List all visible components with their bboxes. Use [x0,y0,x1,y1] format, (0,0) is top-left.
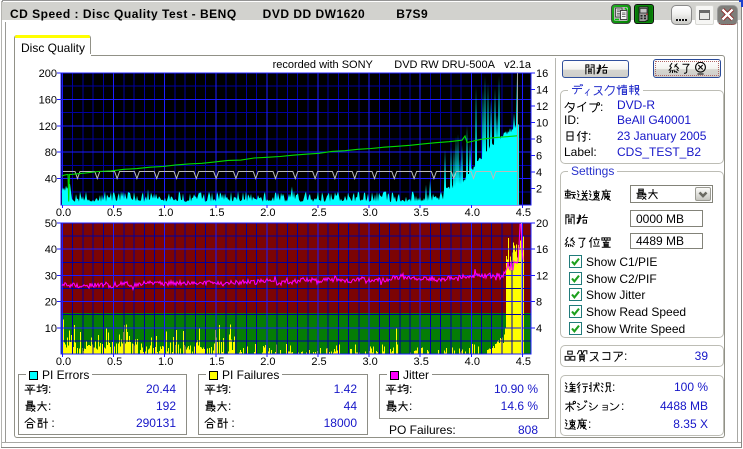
svg-text:4: 4 [536,167,542,179]
svg-text:40: 40 [45,244,57,256]
svg-text:8: 8 [536,134,542,146]
svg-text:4: 4 [536,323,542,335]
svg-text:2: 2 [536,184,542,196]
svg-text:14: 14 [536,85,548,97]
svg-text:3.5: 3.5 [414,356,429,368]
svg-text:8: 8 [536,297,542,309]
svg-text:3.0: 3.0 [362,356,377,368]
svg-text:120: 120 [39,121,57,133]
svg-text:1.0: 1.0 [158,207,173,219]
svg-text:16: 16 [536,68,548,80]
svg-text:0.0: 0.0 [56,356,71,368]
svg-text:20: 20 [536,218,548,230]
svg-text:0.0: 0.0 [56,207,71,219]
svg-text:160: 160 [39,94,57,106]
svg-text:1.5: 1.5 [209,207,224,219]
svg-text:10: 10 [536,118,548,130]
svg-text:2.0: 2.0 [260,207,275,219]
svg-text:1.0: 1.0 [158,356,173,368]
svg-text:10: 10 [45,323,57,335]
svg-text:4.5: 4.5 [516,356,531,368]
svg-text:16: 16 [536,244,548,256]
svg-text:4.0: 4.0 [465,207,480,219]
svg-text:0.5: 0.5 [107,356,122,368]
svg-text:2.0: 2.0 [260,356,275,368]
svg-text:20: 20 [45,297,57,309]
svg-text:1.5: 1.5 [209,356,224,368]
svg-text:0.5: 0.5 [107,207,122,219]
svg-text:200: 200 [39,68,57,80]
svg-text:2.5: 2.5 [311,356,326,368]
svg-text:6: 6 [536,151,542,163]
svg-text:50: 50 [45,218,57,230]
svg-text:2.5: 2.5 [311,207,326,219]
svg-text:12: 12 [536,270,548,282]
svg-text:3.0: 3.0 [362,207,377,219]
svg-text:recorded with SONY DVD R: recorded with SONY DVD RW DRU-500A v2.1a [273,59,532,71]
svg-text:80: 80 [45,147,57,159]
svg-text:3.5: 3.5 [414,207,429,219]
svg-text:4.5: 4.5 [516,207,531,219]
svg-text:4.0: 4.0 [465,356,480,368]
svg-text:40: 40 [45,174,57,186]
svg-text:12: 12 [536,101,548,113]
svg-text:30: 30 [45,270,57,282]
